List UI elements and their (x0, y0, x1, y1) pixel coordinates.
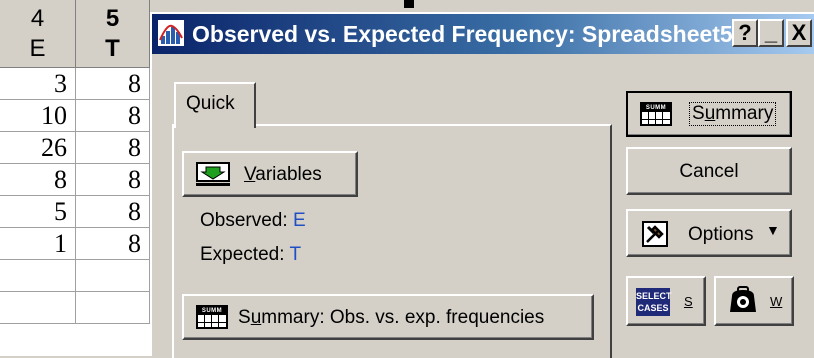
green-arrow-variables-icon (196, 162, 230, 186)
cancel-label: Cancel (679, 161, 739, 182)
spreadsheet-cell[interactable]: 8 (76, 68, 150, 100)
options-button[interactable]: Options ▼ (626, 209, 792, 257)
histogram-chart-icon (158, 20, 184, 46)
spreadsheet-cell[interactable]: 8 (0, 164, 76, 196)
scroll-marker (404, 0, 414, 8)
spreadsheet-cell[interactable] (76, 260, 150, 292)
column-header-5[interactable]: 5 T (76, 0, 150, 68)
observed-value: E (292, 210, 306, 231)
observed-row: Observed: E (200, 210, 306, 232)
spreadsheet-cell[interactable] (76, 292, 150, 324)
variables-label: Variables (244, 164, 322, 185)
dialog-title: Observed vs. Expected Frequency: Spreads… (192, 21, 733, 47)
summary-label: Summary (688, 102, 777, 126)
title-bar[interactable]: Observed vs. Expected Frequency: Spreads… (152, 14, 814, 54)
spreadsheet-cell[interactable]: 3 (0, 68, 76, 100)
expected-row: Expected: T (200, 244, 301, 266)
column-name: T (105, 35, 120, 62)
expected-value: T (289, 244, 302, 265)
minimize-button[interactable]: _ (758, 19, 784, 47)
spreadsheet: 4 E 5 T 3 8 10 8 26 8 8 8 5 8 1 8 (0, 0, 150, 356)
spreadsheet-cell[interactable]: 1 (0, 228, 76, 260)
column-number: 5 (105, 5, 120, 32)
summary-button[interactable]: SUMM Summary (626, 91, 792, 137)
chevron-down-icon: ▼ (766, 222, 780, 238)
spreadsheet-cell[interactable]: 8 (76, 196, 150, 228)
spreadsheet-grid-icon: SUMM (640, 102, 672, 126)
weight-icon (730, 286, 756, 312)
spreadsheet-cell[interactable]: 8 (76, 228, 150, 260)
observed-expected-dialog: Observed vs. Expected Frequency: Spreads… (150, 12, 814, 358)
select-cases-button[interactable]: SELECT CASES S (626, 276, 706, 326)
expected-label: Expected: (200, 244, 285, 265)
help-button[interactable]: ? (732, 19, 758, 47)
variables-button[interactable]: Variables (182, 151, 358, 197)
spreadsheet-cell[interactable]: 8 (76, 164, 150, 196)
window-top-strip (150, 0, 814, 12)
summary-obs-vs-exp-button[interactable]: SUMM Summary: Obs. vs. exp. frequencies (182, 294, 594, 340)
weight-shortcut: W (770, 294, 783, 309)
spreadsheet-cell[interactable] (0, 260, 76, 292)
spreadsheet-cell[interactable]: 10 (0, 100, 76, 132)
select-cases-shortcut: S (684, 294, 693, 309)
spreadsheet-cell[interactable]: 8 (76, 132, 150, 164)
tab-quick[interactable]: Quick (174, 82, 256, 128)
tools-icon (642, 221, 668, 247)
spreadsheet-cell[interactable]: 26 (0, 132, 76, 164)
close-button[interactable]: X (786, 19, 812, 47)
options-label: Options (688, 224, 754, 245)
spreadsheet-cell[interactable]: 8 (76, 100, 150, 132)
weight-button[interactable]: W (714, 276, 794, 326)
column-name: E (29, 35, 46, 62)
column-number: 4 (30, 5, 45, 32)
column-header-4[interactable]: 4 E (0, 0, 76, 68)
select-cases-icon: SELECT CASES (636, 288, 672, 316)
spreadsheet-cell[interactable] (0, 292, 76, 324)
spreadsheet-cell[interactable]: 5 (0, 196, 76, 228)
observed-label: Observed: (200, 210, 288, 231)
cancel-button[interactable]: Cancel (626, 147, 792, 195)
summary-obs-vs-exp-label: Summary: Obs. vs. exp. frequencies (238, 307, 545, 328)
spreadsheet-grid-icon: SUMM (196, 305, 228, 329)
